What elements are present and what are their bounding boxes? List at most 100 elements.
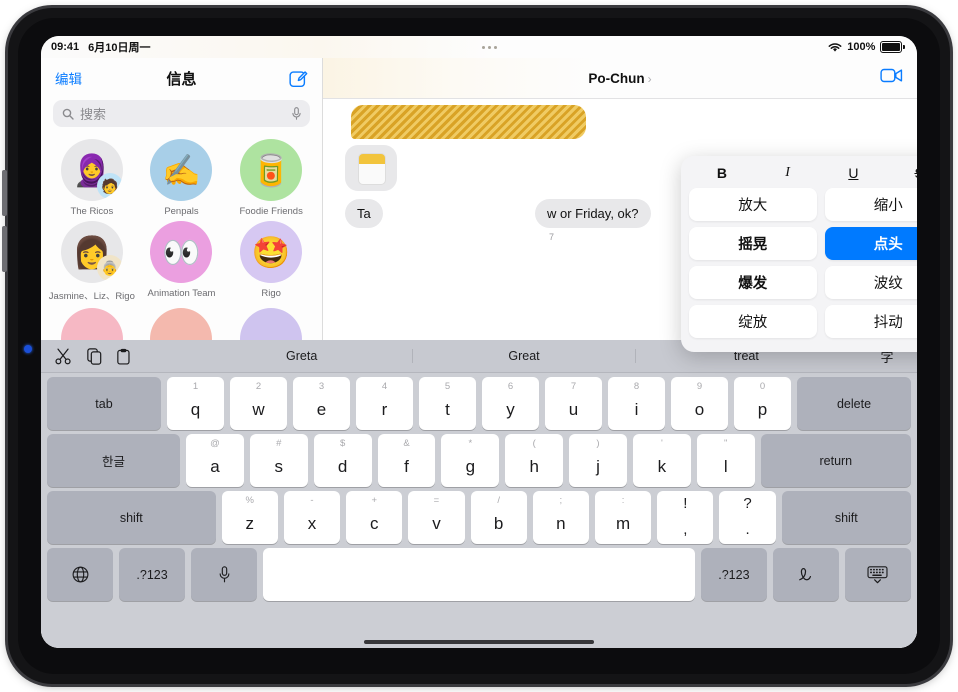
- key-h[interactable]: (h: [505, 434, 564, 487]
- format-button-row: BIUS: [689, 160, 917, 186]
- key-u[interactable]: 7u: [545, 377, 602, 430]
- key-123[interactable]: .?123: [700, 548, 767, 601]
- key-alt-label: /: [497, 495, 500, 506]
- search-input[interactable]: 搜索: [53, 100, 310, 127]
- battery-icon: [880, 41, 905, 53]
- effect-button[interactable]: 抖动: [824, 305, 917, 338]
- key-y[interactable]: 6y: [482, 377, 539, 430]
- key-n[interactable]: ; n: [532, 491, 589, 544]
- list-item[interactable]: 👀 Animation Team: [137, 221, 227, 302]
- sticker-bubble[interactable]: [345, 145, 397, 191]
- key-g[interactable]: * g: [441, 434, 500, 487]
- compose-icon[interactable]: [289, 69, 308, 88]
- bold-button[interactable]: B: [689, 165, 755, 181]
- key-alt-label: :: [621, 495, 625, 506]
- key-f[interactable]: & f: [377, 434, 436, 487]
- list-item[interactable]: ✍️ Penpals: [137, 139, 227, 217]
- key-k[interactable]: ' k: [632, 434, 691, 487]
- key-[interactable]: !,: [657, 491, 714, 544]
- key-alt-label: +: [371, 495, 377, 506]
- edit-button[interactable]: 编辑: [55, 68, 82, 88]
- key-b[interactable]: / b: [470, 491, 527, 544]
- incoming-bubble[interactable]: w or Friday, ok?: [535, 199, 651, 228]
- list-item-label: Foodie Friends: [239, 206, 303, 217]
- list-item[interactable]: 👩 👵 Jasmine、Liz、Rigo: [47, 221, 137, 302]
- effect-button[interactable]: 波纹: [824, 266, 917, 299]
- effect-button[interactable]: 绽放: [689, 305, 817, 338]
- key-label: a: [210, 456, 220, 476]
- list-item[interactable]: 🥫 Foodie Friends: [226, 139, 316, 217]
- key-alt-label: -: [310, 495, 314, 506]
- chevron-right-icon: ›: [647, 71, 652, 86]
- dismiss-keyboard-icon[interactable]: [844, 548, 911, 601]
- list-item[interactable]: 🧕 🧑 The Ricos: [47, 139, 137, 217]
- underline-button[interactable]: U: [821, 165, 887, 181]
- conversation-title[interactable]: Po-Chun ›: [323, 71, 917, 86]
- key-d[interactable]: $ d: [313, 434, 372, 487]
- key-p[interactable]: 0p: [734, 377, 791, 430]
- key-r[interactable]: 4r: [356, 377, 413, 430]
- key-s[interactable]: # s: [249, 434, 308, 487]
- key-l[interactable]: " l: [696, 434, 755, 487]
- key-label: o: [694, 399, 705, 419]
- key-x[interactable]: -x: [283, 491, 341, 544]
- key-[interactable]: ?.: [719, 491, 776, 544]
- copy-icon[interactable]: [87, 347, 102, 365]
- key-label: .?123: [718, 567, 750, 582]
- key-tab[interactable]: tab: [47, 377, 161, 430]
- incoming-bubble-partial[interactable]: Ta: [345, 199, 383, 228]
- italic-button[interactable]: I: [755, 165, 821, 181]
- globe-icon[interactable]: [47, 548, 114, 601]
- key-alt-label: 4: [381, 381, 388, 392]
- key-t[interactable]: 5t: [419, 377, 476, 430]
- key-e[interactable]: 3e: [293, 377, 350, 430]
- handwriting-icon[interactable]: [772, 548, 839, 601]
- key-delete[interactable]: delete: [797, 377, 911, 430]
- microphone-icon[interactable]: [292, 107, 301, 120]
- key-a[interactable]: @ a: [186, 434, 244, 487]
- microphone-icon[interactable]: [191, 548, 258, 601]
- avatar: 🧕 🧑: [60, 139, 123, 201]
- text-effects-popup: BIUS 放大缩小摇晃点头爆发波纹绽放抖动: [681, 156, 917, 352]
- key-z[interactable]: % z: [221, 491, 278, 544]
- key-o[interactable]: 9o: [671, 377, 728, 430]
- key-m[interactable]: :m: [594, 491, 652, 544]
- effect-button[interactable]: 爆发: [689, 266, 817, 299]
- effect-button[interactable]: 摇晃: [689, 227, 817, 260]
- key-label: y: [506, 399, 515, 419]
- volume-up-button[interactable]: [2, 170, 7, 216]
- key-한글[interactable]: 한글: [47, 434, 181, 487]
- key-label: return: [819, 453, 853, 468]
- key-alt-label: &: [403, 438, 410, 449]
- gold-image-bubble[interactable]: [351, 105, 586, 139]
- effect-button[interactable]: 放大: [689, 188, 817, 221]
- home-indicator[interactable]: [364, 640, 594, 644]
- facetime-video-icon[interactable]: [880, 68, 903, 88]
- prediction-candidate[interactable]: Greta: [191, 349, 412, 363]
- effect-button[interactable]: 缩小: [824, 188, 917, 221]
- key-alt-label: $: [339, 438, 346, 449]
- key-v[interactable]: = v: [408, 491, 465, 544]
- strikethrough-button[interactable]: S: [886, 165, 917, 181]
- key-w[interactable]: 2w: [230, 377, 287, 430]
- status-bar-left: 09:41 6月10日周一: [51, 39, 151, 55]
- key-i[interactable]: 8i: [608, 377, 665, 430]
- paste-icon[interactable]: [117, 348, 130, 365]
- volume-down-button[interactable]: [2, 226, 7, 272]
- prediction-candidate[interactable]: Great: [412, 349, 634, 363]
- key-space[interactable]: [263, 548, 695, 601]
- key-q[interactable]: 1q: [167, 377, 224, 430]
- cut-icon[interactable]: [55, 348, 72, 365]
- effect-button[interactable]: 点头: [824, 227, 917, 260]
- list-item[interactable]: 🤩 Rigo: [226, 221, 316, 302]
- multitask-handle[interactable]: [151, 45, 829, 49]
- key-shift[interactable]: shift: [781, 491, 911, 544]
- key-shift[interactable]: shift: [47, 491, 216, 544]
- key-j[interactable]: ) j: [569, 434, 627, 487]
- key-alt-label: #: [276, 438, 282, 449]
- message-timestamp: 7: [549, 232, 555, 242]
- key-return[interactable]: return: [760, 434, 912, 487]
- key-123[interactable]: .?123: [119, 548, 186, 601]
- key-label: h: [529, 456, 539, 476]
- key-c[interactable]: + c: [346, 491, 403, 544]
